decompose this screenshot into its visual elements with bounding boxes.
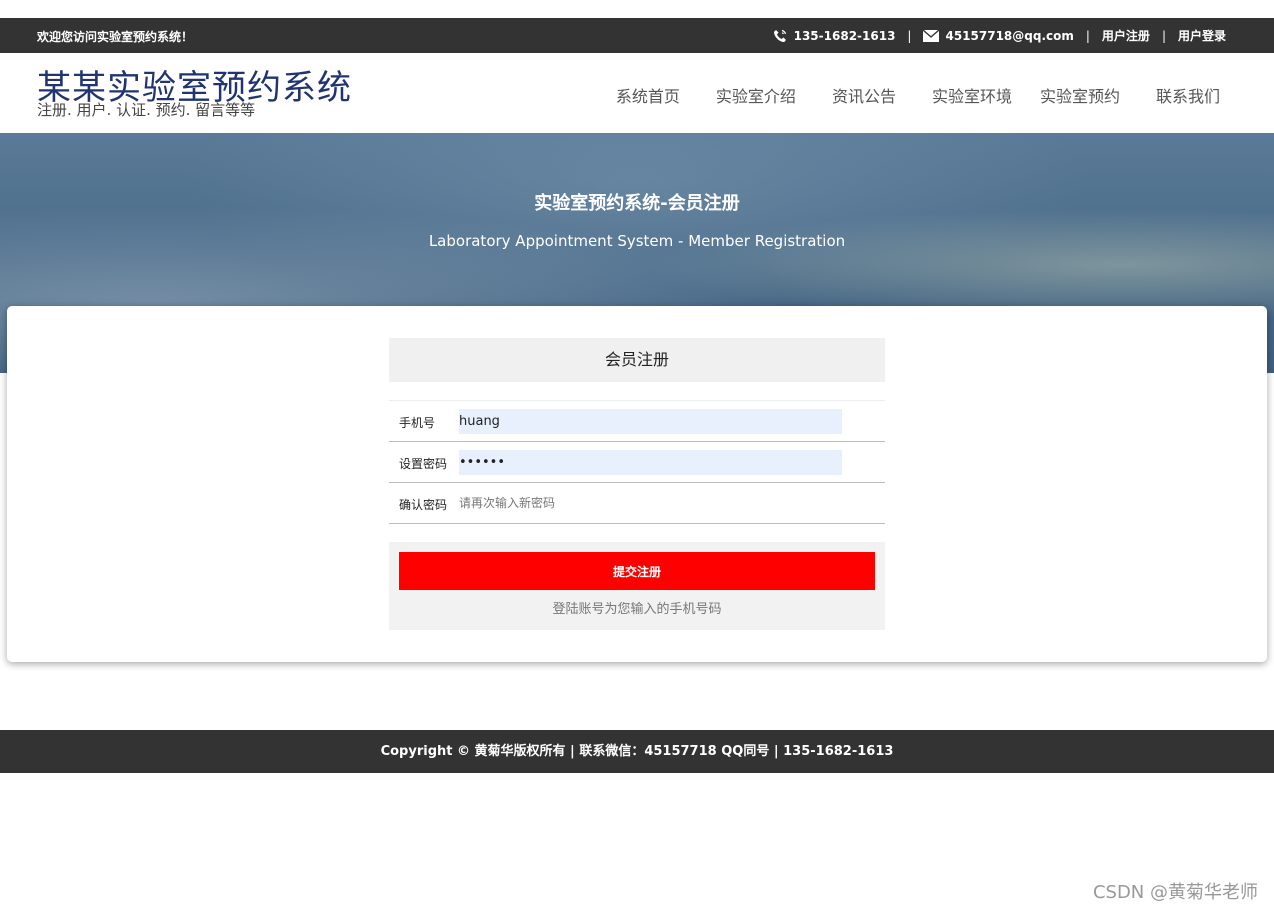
- phone-contact: 135-1682-1613: [772, 28, 896, 44]
- nav-lab-intro[interactable]: 实验室介绍: [716, 83, 796, 107]
- separator: |: [1085, 28, 1090, 43]
- confirm-password-label: 确认密码: [399, 498, 448, 512]
- login-link[interactable]: 用户登录: [1178, 27, 1226, 44]
- site-header: 某某实验室预约系统 注册. 用户. 认证. 预约. 留言等等 系统首页 实验室介…: [0, 53, 1274, 133]
- site-footer: Copyright © 黄菊华版权所有 | 联系微信：45157718 QQ同号…: [0, 730, 1274, 773]
- password-row: 设置密码: [389, 442, 885, 483]
- nav-news[interactable]: 资讯公告: [832, 83, 896, 107]
- nav-lab-environment[interactable]: 实验室环境: [932, 83, 1012, 107]
- separator: |: [907, 28, 912, 43]
- nav-home[interactable]: 系统首页: [616, 83, 680, 107]
- password-input[interactable]: [459, 450, 842, 475]
- submit-area: 提交注册 登陆账号为您输入的手机号码: [389, 542, 885, 630]
- form-heading: 会员注册: [389, 338, 885, 382]
- registration-card: 会员注册 手机号 设置密码 确认密码 提交注册 登陆账号为您输入的手机号码: [7, 306, 1267, 662]
- phone-label: 手机号: [399, 416, 436, 430]
- login-hint: 登陆账号为您输入的手机号码: [552, 602, 722, 617]
- top-contact: 135-1682-1613 | 45157718@qq.com | 用户注册 |…: [772, 27, 1226, 44]
- nav-lab-booking[interactable]: 实验室预约: [1040, 83, 1120, 107]
- registration-form: 会员注册 手机号 设置密码 确认密码 提交注册 登陆账号为您输入的手机号码: [389, 338, 885, 630]
- email-contact: 45157718@qq.com: [923, 28, 1074, 43]
- banner-title: 实验室预约系统-会员注册: [534, 193, 740, 214]
- form-fields: 手机号 设置密码 确认密码: [389, 400, 885, 524]
- phone-input[interactable]: [459, 409, 842, 434]
- banner-subtitle: Laboratory Appointment System - Member R…: [428, 232, 846, 250]
- phone-row: 手机号: [389, 401, 885, 442]
- welcome-text: 欢迎您访问实验室预约系统！: [37, 30, 194, 44]
- submit-register-button[interactable]: 提交注册: [399, 552, 875, 590]
- register-link[interactable]: 用户注册: [1102, 27, 1150, 44]
- phone-number: 135-1682-1613: [793, 28, 896, 43]
- main-nav: 系统首页 实验室介绍 资讯公告 实验室环境 实验室预约 联系我们: [580, 83, 1220, 107]
- top-bar: 欢迎您访问实验室预约系统！ 135-1682-1613 | 45157718@q…: [0, 18, 1274, 53]
- phone-icon: [772, 28, 788, 44]
- confirm-password-row: 确认密码: [389, 483, 885, 524]
- watermark: CSDN @黄菊华老师: [1092, 882, 1258, 903]
- email-address: 45157718@qq.com: [945, 28, 1074, 43]
- nav-contact[interactable]: 联系我们: [1156, 83, 1220, 107]
- password-label: 设置密码: [399, 457, 448, 471]
- site-subtitle: 注册. 用户. 认证. 预约. 留言等等: [37, 101, 256, 119]
- confirm-password-input[interactable]: [459, 491, 842, 516]
- separator: |: [1161, 28, 1166, 43]
- copyright-text: Copyright © 黄菊华版权所有 | 联系微信：45157718 QQ同号…: [380, 744, 894, 759]
- mail-icon: [923, 29, 940, 42]
